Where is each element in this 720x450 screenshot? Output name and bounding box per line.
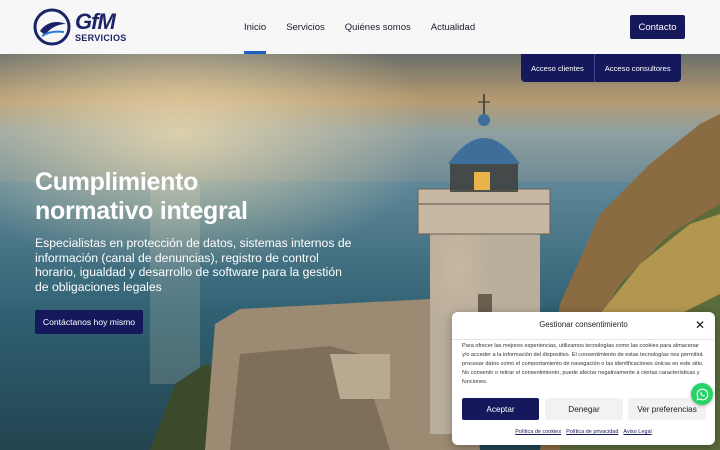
- cookie-modal-links: Política de cookies Política de privacid…: [452, 429, 715, 435]
- consultants-access-link[interactable]: Acceso consultores: [593, 54, 681, 82]
- cookie-modal-body: Para ofrecer las mejores experiencias, u…: [462, 343, 704, 385]
- legal-notice-link[interactable]: Aviso Legal: [623, 429, 651, 435]
- nav-item-servicios[interactable]: Servicios: [286, 0, 325, 54]
- brand-logo[interactable]: GfM SERVICIOS: [33, 8, 127, 46]
- contact-button[interactable]: Contacto: [630, 15, 685, 39]
- brand-tagline: SERVICIOS: [75, 33, 127, 43]
- cookie-consent-modal: Gestionar consentimiento ✕ Para ofrecer …: [452, 312, 715, 445]
- nav-item-quienes-somos[interactable]: Quiénes somos: [345, 0, 411, 54]
- cookie-policy-link[interactable]: Política de cookies: [515, 429, 561, 435]
- nav-item-actualidad[interactable]: Actualidad: [431, 0, 475, 54]
- hero-title-line-2: normativo integral: [35, 197, 248, 225]
- main-nav: Inicio Servicios Quiénes somos Actualida…: [244, 0, 495, 54]
- brand-name: GfM: [75, 9, 116, 34]
- divider: [452, 339, 715, 340]
- accept-button[interactable]: Aceptar: [462, 398, 539, 420]
- access-bar: Acceso clientes Acceso consultores: [521, 54, 681, 82]
- whatsapp-button[interactable]: [691, 383, 713, 405]
- cookie-modal-title: Gestionar consentimiento: [539, 320, 628, 329]
- hero-contact-button[interactable]: Contáctanos hoy mismo: [35, 310, 143, 334]
- deny-button[interactable]: Denegar: [545, 398, 623, 420]
- hero-title-line-1: Cumplimiento: [35, 168, 199, 196]
- gfm-logo-icon: [33, 8, 71, 46]
- nav-item-inicio[interactable]: Inicio: [244, 0, 267, 54]
- privacy-policy-link[interactable]: Política de privacidad: [566, 429, 618, 435]
- clients-access-link[interactable]: Acceso clientes: [521, 54, 594, 82]
- hero-title: Cumplimiento normativo integral: [35, 168, 295, 226]
- hero-subtitle: Especialistas en protección de datos, si…: [35, 236, 352, 294]
- close-icon[interactable]: ✕: [695, 318, 705, 332]
- site-header: GfM SERVICIOS Inicio Servicios Quiénes s…: [0, 0, 720, 54]
- whatsapp-icon: [695, 388, 708, 401]
